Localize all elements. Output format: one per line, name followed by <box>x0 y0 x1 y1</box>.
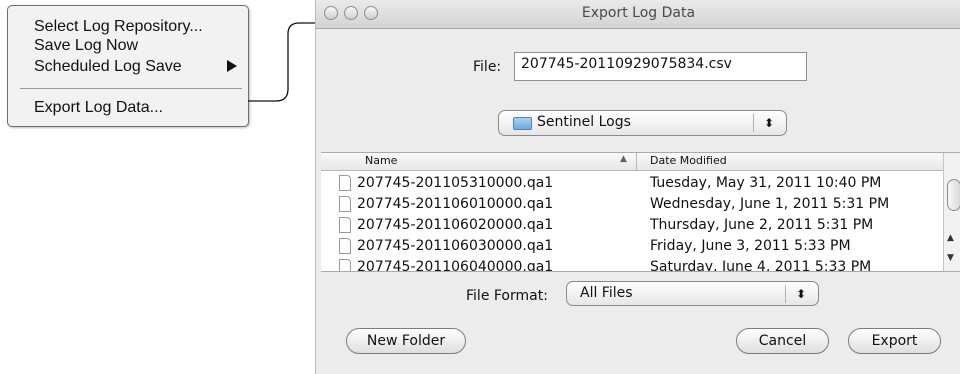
document-icon <box>339 175 351 191</box>
file-date: Wednesday, June 1, 2011 5:31 PM <box>650 196 890 212</box>
export-dialog: Export Log Data File: 207745-20110929075… <box>315 0 960 374</box>
document-icon <box>339 238 351 254</box>
file-row[interactable]: 207745-201106020000.qa1 Thursday, June 2… <box>321 216 943 236</box>
dialog-title: Export Log Data <box>581 5 696 21</box>
popup-divider <box>785 285 786 303</box>
file-row[interactable]: 207745-201105310000.qa1 Tuesday, May 31,… <box>321 174 943 194</box>
file-date: Thursday, June 2, 2011 5:31 PM <box>650 217 874 233</box>
document-icon <box>339 217 351 233</box>
new-folder-button[interactable]: New Folder <box>346 328 466 354</box>
file-name: 207745-201105310000.qa1 <box>357 175 554 191</box>
folder-label: Sentinel Logs <box>537 114 631 130</box>
file-date: Tuesday, May 31, 2011 10:40 PM <box>650 175 882 191</box>
file-name: 207745-201106010000.qa1 <box>357 196 554 212</box>
folder-popup[interactable]: Sentinel Logs ⬍ <box>498 110 787 136</box>
file-label: File: <box>473 59 502 75</box>
file-name: 207745-201106020000.qa1 <box>357 217 554 233</box>
file-format-value: All Files <box>580 285 633 301</box>
file-date: Friday, June 3, 2011 5:33 PM <box>650 238 851 254</box>
scroll-down-arrow-icon[interactable]: ▼ <box>947 253 954 263</box>
vertical-scrollbar[interactable]: ▲ ▼ <box>943 153 960 271</box>
column-divider[interactable] <box>636 153 637 170</box>
up-down-arrows-icon: ⬍ <box>764 116 775 130</box>
file-browser: Name ▲ Date Modified 207745-201105310000… <box>321 152 960 272</box>
file-name: 207745-201106030000.qa1 <box>357 238 554 254</box>
callout-connector <box>248 20 323 102</box>
file-format-popup[interactable]: All Files ⬍ <box>566 281 819 306</box>
scroll-up-arrow-icon[interactable]: ▲ <box>947 233 954 243</box>
document-icon <box>339 196 351 212</box>
title-bar: Export Log Data <box>316 0 960 29</box>
up-down-arrows-icon: ⬍ <box>796 287 807 301</box>
scroll-thumb[interactable] <box>947 179 960 211</box>
popup-divider <box>753 114 754 132</box>
folder-icon <box>513 117 532 130</box>
column-date-modified[interactable]: Date Modified <box>650 154 727 167</box>
column-header: Name ▲ Date Modified <box>321 153 943 171</box>
file-date: Saturday, June 4, 2011 5:33 PM <box>650 259 872 271</box>
file-row[interactable]: 207745-201106010000.qa1 Wednesday, June … <box>321 195 943 215</box>
file-name: 207745-201106040000.qa1 <box>357 259 554 271</box>
document-icon <box>339 259 351 271</box>
file-row[interactable]: 207745-201106030000.qa1 Friday, June 3, … <box>321 237 943 257</box>
file-name-input[interactable]: 207745-20110929075834.csv <box>514 52 807 81</box>
export-button[interactable]: Export <box>848 328 941 354</box>
sort-ascending-icon: ▲ <box>620 154 627 164</box>
file-format-label: File Format: <box>466 288 548 304</box>
column-name[interactable]: Name <box>365 154 397 167</box>
file-row[interactable]: 207745-201106040000.qa1 Saturday, June 4… <box>321 258 943 271</box>
cancel-button[interactable]: Cancel <box>736 328 829 354</box>
